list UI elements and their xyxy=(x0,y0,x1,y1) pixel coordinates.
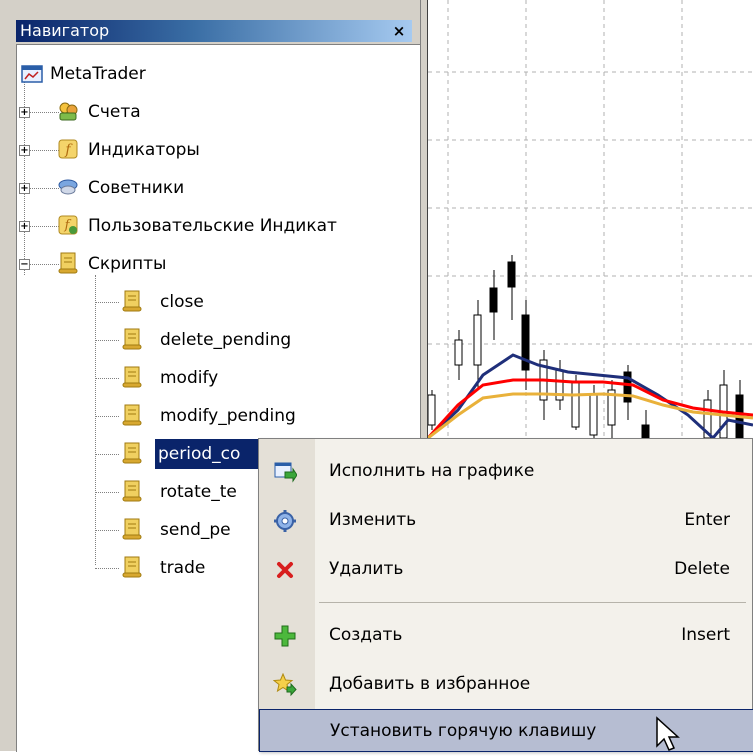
tree-line xyxy=(27,188,59,189)
folder-label: Скрипты xyxy=(88,254,167,274)
folder-label: Индикаторы xyxy=(88,140,200,160)
script-icon xyxy=(122,328,142,350)
tree-root-label: MetaTrader xyxy=(50,64,146,84)
close-icon[interactable]: × xyxy=(390,20,408,42)
tree-line xyxy=(24,75,25,275)
chart-grid xyxy=(428,0,753,438)
script-label: send_pe xyxy=(160,520,231,540)
script-icon xyxy=(122,442,142,464)
tree-line xyxy=(95,568,119,569)
folder-label: Счета xyxy=(88,102,141,122)
script-label: rotate_te xyxy=(160,482,237,502)
custom-indicators-icon: f xyxy=(58,215,78,235)
script-icon xyxy=(122,518,142,540)
menu-item-modify[interactable]: Изменить Enter xyxy=(259,496,753,545)
experts-icon xyxy=(58,179,78,195)
tree-line xyxy=(27,112,59,113)
menu-item-label: Исполнить на графике xyxy=(329,461,535,481)
menu-item-create[interactable]: Создать Insert xyxy=(259,611,753,660)
tree-line xyxy=(95,340,119,341)
menu-item-label: Добавить в избранное xyxy=(329,674,531,694)
script-label: modify xyxy=(160,368,219,388)
tree-line xyxy=(27,150,59,151)
menu-item-shortcut: Enter xyxy=(684,510,730,530)
expand-icon[interactable]: + xyxy=(19,107,30,118)
folder-label: Пользовательские Индикат xyxy=(88,216,337,236)
create-icon xyxy=(274,625,296,647)
menu-separator xyxy=(319,602,746,603)
collapse-icon[interactable]: − xyxy=(19,259,30,270)
execute-on-chart-icon xyxy=(274,462,297,483)
script-icon xyxy=(122,404,142,426)
script-label: close xyxy=(160,292,204,312)
add-to-favorites-icon xyxy=(273,673,297,697)
menu-item-label: Изменить xyxy=(329,510,417,530)
delete-icon xyxy=(277,562,293,578)
script-icon xyxy=(122,480,142,502)
indicators-icon: f xyxy=(58,139,78,159)
accounts-icon xyxy=(59,102,78,121)
tree-line xyxy=(95,302,119,303)
navigator-title: Навигатор xyxy=(20,21,110,40)
tree-line xyxy=(95,275,96,565)
script-label: trade xyxy=(160,558,206,578)
tree-line xyxy=(95,416,119,417)
expand-icon[interactable]: + xyxy=(19,183,30,194)
script-icon xyxy=(122,556,142,578)
menu-item-add-to-favorites[interactable]: Добавить в избранное xyxy=(259,660,753,709)
script-label: modify_pending xyxy=(160,406,296,426)
tree-line xyxy=(95,530,119,531)
tree-line xyxy=(27,226,59,227)
menu-item-delete[interactable]: Удалить Delete xyxy=(259,545,753,594)
navigator-title-bar[interactable]: Навигатор × xyxy=(16,20,412,42)
metatrader-icon xyxy=(21,65,43,83)
tree-line xyxy=(95,492,119,493)
candles xyxy=(427,255,744,439)
folder-label: Советники xyxy=(88,178,185,198)
expand-icon[interactable]: + xyxy=(19,145,30,156)
script-icon xyxy=(122,290,142,312)
scripts-icon xyxy=(58,252,78,274)
menu-item-label: Создать xyxy=(329,625,403,645)
menu-item-label: Удалить xyxy=(329,559,404,579)
context-menu: Исполнить на графике Изменить Enter Удал… xyxy=(258,438,753,752)
menu-item-shortcut: Delete xyxy=(674,559,730,579)
modify-icon xyxy=(274,510,296,532)
tree-line xyxy=(95,454,119,455)
mouse-cursor-icon xyxy=(656,716,680,751)
tree-line xyxy=(27,264,59,265)
script-icon xyxy=(122,366,142,388)
menu-item-label: Установить горячую клавишу xyxy=(330,721,597,741)
script-label: delete_pending xyxy=(160,330,292,350)
menu-item-shortcut: Insert xyxy=(681,625,730,645)
menu-item-execute-on-chart[interactable]: Исполнить на графике xyxy=(259,447,753,496)
tree-line xyxy=(95,378,119,379)
expand-icon[interactable]: + xyxy=(19,221,30,232)
